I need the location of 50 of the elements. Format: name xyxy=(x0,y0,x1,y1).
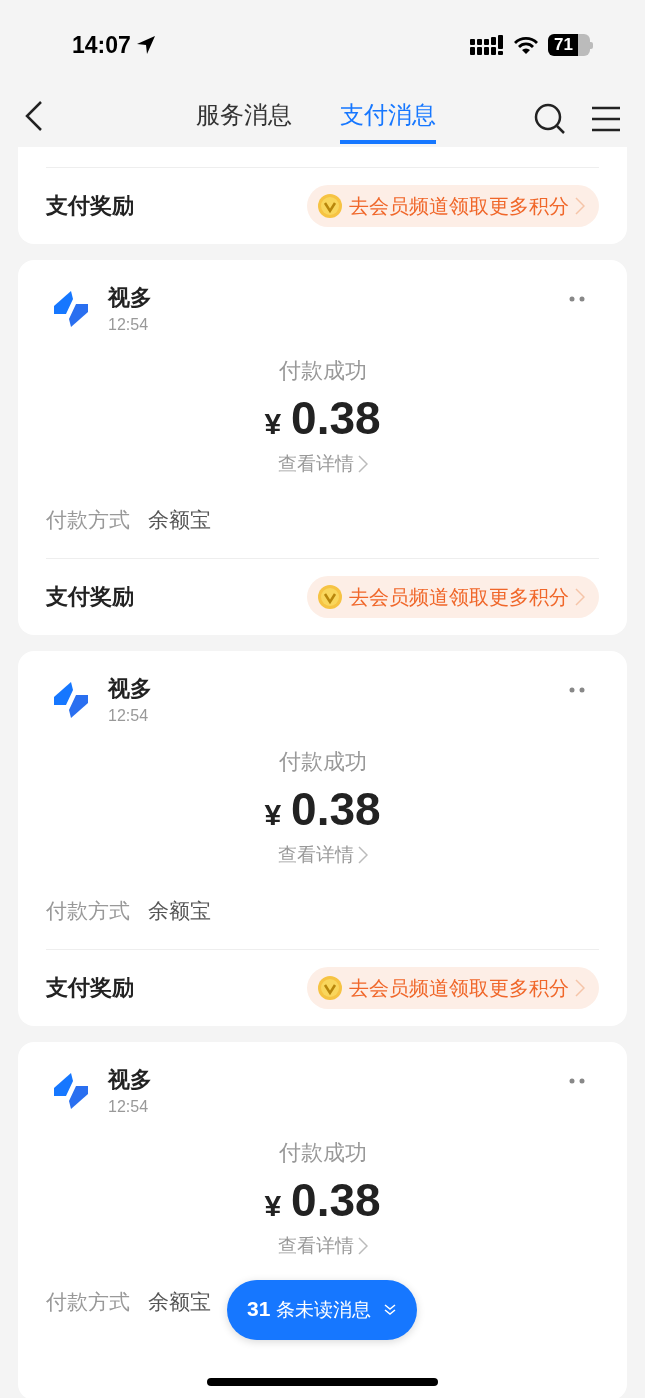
wifi-icon xyxy=(512,35,540,55)
payment-status: 付款成功 xyxy=(277,748,368,776)
member-points-link[interactable]: 去会员频道领取更多积分 xyxy=(307,576,599,618)
menu-icon[interactable] xyxy=(591,106,621,132)
method-label: 付款方式 xyxy=(46,898,130,924)
unread-messages-button[interactable]: 31 条未读消息 xyxy=(227,1280,417,1340)
details-link[interactable]: 查看详情 xyxy=(277,1232,368,1260)
reward-label: 支付奖励 xyxy=(46,192,134,220)
battery-icon: 71 xyxy=(548,34,593,56)
payment-amount: ¥ 0.38 xyxy=(264,392,381,446)
details-link[interactable]: 查看详情 xyxy=(277,841,368,869)
chevron-right-icon xyxy=(575,979,585,997)
message-time: 12:54 xyxy=(108,1098,150,1116)
method-value: 余额宝 xyxy=(148,898,211,924)
coin-icon xyxy=(317,584,343,610)
sender-name: 视多 xyxy=(108,284,153,312)
message-time: 12:54 xyxy=(108,316,150,334)
method-label: 付款方式 xyxy=(46,507,130,533)
member-points-link[interactable]: 去会员频道领取更多积分 xyxy=(307,967,599,1009)
method-value: 余额宝 xyxy=(148,1289,211,1315)
reward-label: 支付奖励 xyxy=(46,583,134,611)
signal-icon xyxy=(470,35,504,55)
chevron-right-icon xyxy=(575,197,585,215)
reward-label: 支付奖励 xyxy=(46,974,134,1002)
back-icon[interactable] xyxy=(24,100,44,132)
tab[interactable]: 服务消息 xyxy=(196,98,292,144)
chevron-right-icon xyxy=(575,588,585,606)
message-time: 12:54 xyxy=(108,707,150,725)
more-icon[interactable] xyxy=(569,1078,585,1084)
method-label: 付款方式 xyxy=(46,1289,130,1315)
more-icon[interactable] xyxy=(569,296,585,302)
payment-status: 付款成功 xyxy=(277,1139,368,1167)
sender-name: 视多 xyxy=(108,675,153,703)
details-link[interactable]: 查看详情 xyxy=(277,450,368,478)
double-chevron-down-icon xyxy=(382,1303,397,1317)
payment-amount: ¥ 0.38 xyxy=(264,1174,381,1228)
coin-icon xyxy=(317,975,343,1001)
search-icon[interactable] xyxy=(533,102,567,136)
chevron-right-icon xyxy=(357,455,368,473)
payment-status: 付款成功 xyxy=(277,357,368,385)
clock-time: 14:07 xyxy=(72,31,131,59)
method-value: 余额宝 xyxy=(148,507,211,533)
member-points-link[interactable]: 去会员频道领取更多积分 xyxy=(307,185,599,227)
coin-icon xyxy=(317,193,343,219)
more-icon[interactable] xyxy=(569,687,585,693)
chevron-right-icon xyxy=(357,846,368,864)
unread-count-label: 31 条未读消息 xyxy=(247,1297,371,1322)
sender-name: 视多 xyxy=(108,1066,153,1094)
payment-amount: ¥ 0.38 xyxy=(264,783,381,837)
chevron-right-icon xyxy=(357,1237,368,1255)
